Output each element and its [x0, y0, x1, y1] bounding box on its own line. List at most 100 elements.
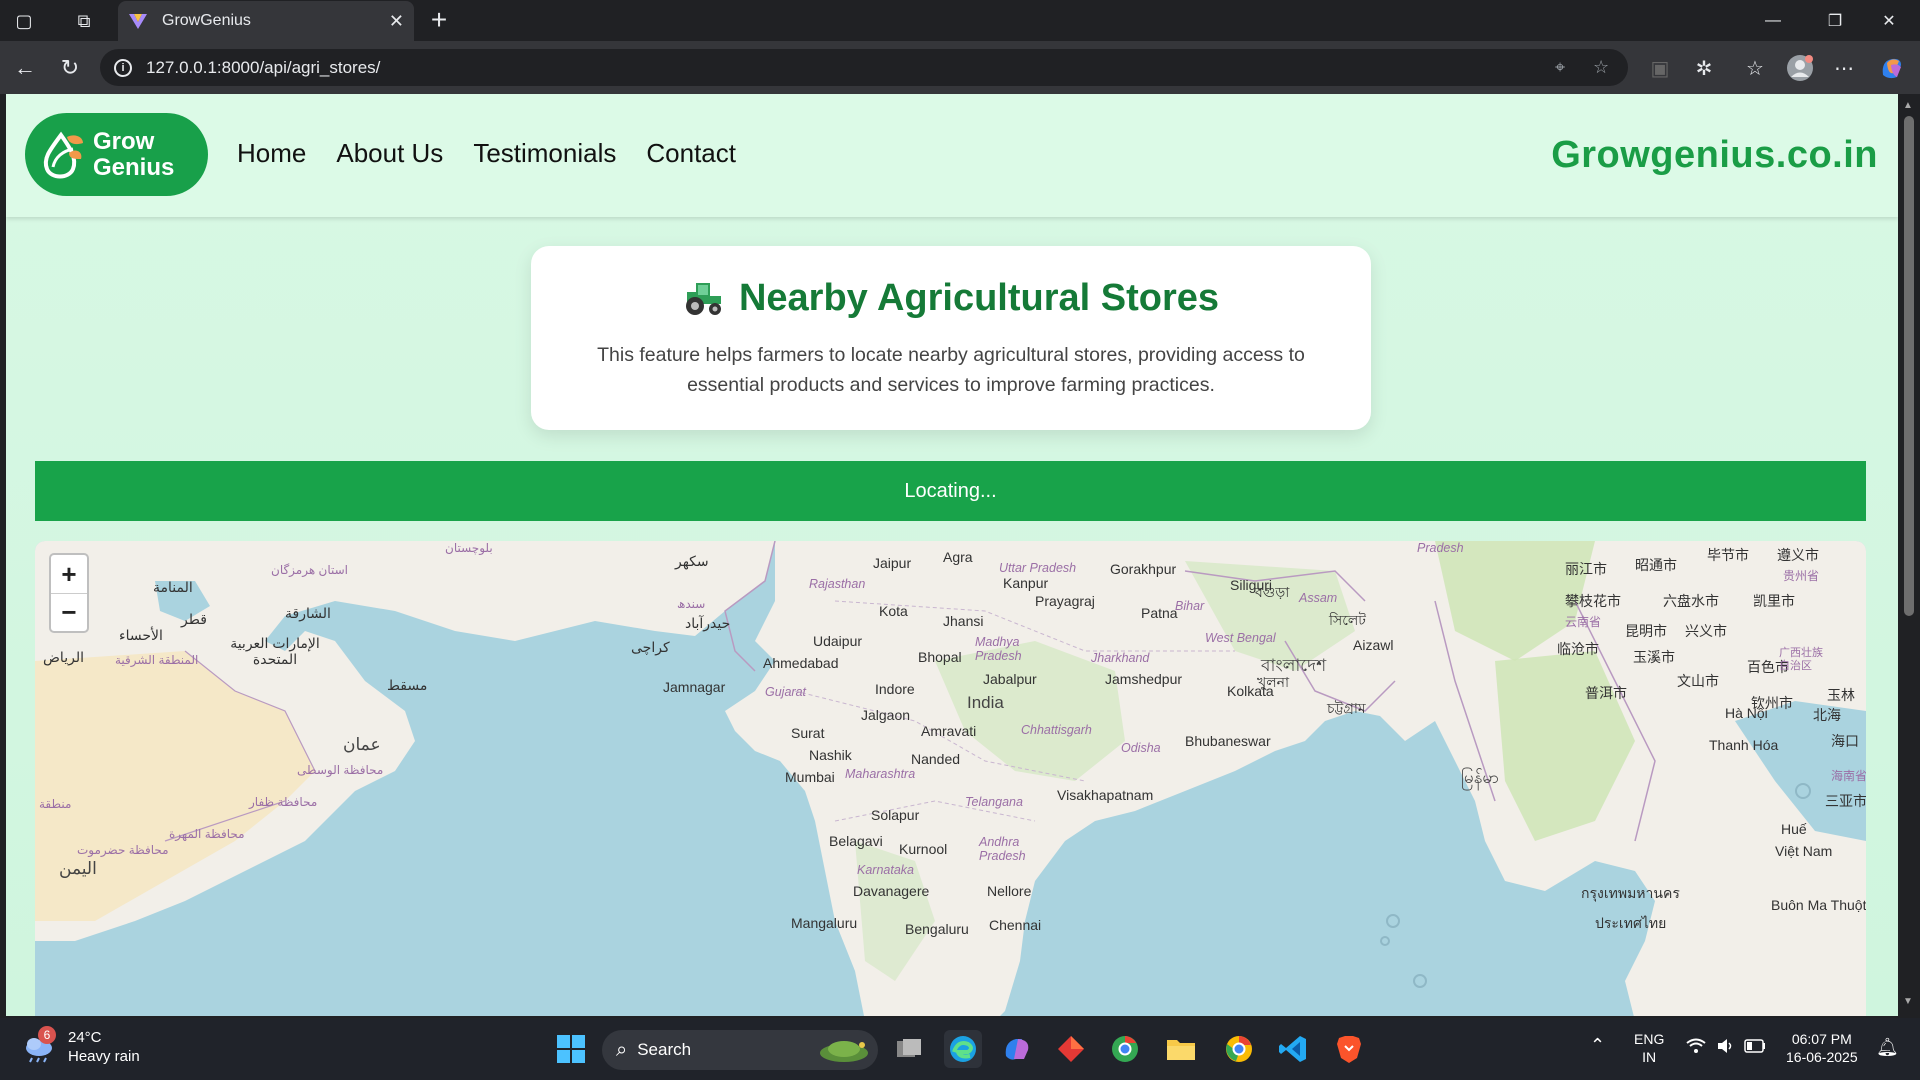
page-viewport: Grow Genius Home About Us Testimonials C… [6, 94, 1898, 1016]
scroll-thumb[interactable] [1904, 116, 1914, 616]
favorite-star-icon[interactable]: ☆ [1593, 49, 1609, 86]
site-info-icon[interactable]: i [114, 58, 132, 77]
stores-map[interactable]: + − Jaipur Agra Kanpur Gorakhpur Siligur… [35, 541, 1866, 1016]
chrome-app-icon[interactable] [1220, 1030, 1258, 1068]
map-label: Jaipur [873, 555, 912, 571]
map-label: Chennai [989, 917, 1042, 933]
map-label: Pradesh [1417, 541, 1464, 555]
weather-condition: Heavy rain [68, 1048, 140, 1065]
minimize-button[interactable]: — [1742, 0, 1804, 41]
extensions-icon[interactable]: ✲ [1690, 54, 1718, 82]
wifi-icon[interactable] [1686, 1038, 1706, 1058]
map-label: Patna [1141, 605, 1178, 621]
weather-widget[interactable]: 6 24°C Heavy rain [22, 1026, 140, 1066]
maximize-button[interactable]: ❐ [1804, 0, 1866, 41]
scroll-up-icon[interactable]: ▲ [1903, 100, 1913, 111]
map-label: Mumbai [785, 769, 835, 785]
address-bar[interactable]: i 127.0.0.1:8000/api/agri_stores/ ⌖ ☆ [100, 49, 1628, 86]
map-label: الأحساء [119, 627, 163, 643]
nav-testimonials[interactable]: Testimonials [473, 138, 616, 169]
map-label: Assam [1299, 591, 1338, 605]
scroll-down-icon[interactable]: ▼ [1903, 996, 1913, 1007]
brave-app-icon[interactable] [1330, 1030, 1368, 1068]
map-label: Jamshedpur [1105, 671, 1183, 687]
vscode-app-icon[interactable] [1274, 1030, 1312, 1068]
split-screen-icon[interactable]: ▣ [1646, 54, 1674, 82]
tab-title: GrowGenius [162, 12, 251, 29]
copilot-app-icon[interactable] [998, 1030, 1036, 1068]
map-label: 海南省 [1831, 769, 1866, 783]
weather-badge: 6 [38, 1026, 56, 1044]
map-label: Thanh Hóa [1709, 737, 1779, 753]
profile-avatar-icon[interactable] [1786, 54, 1814, 82]
nav-about-us[interactable]: About Us [336, 138, 443, 169]
map-label: 三亚市 [1825, 793, 1866, 809]
zoom-in-button[interactable]: + [51, 555, 87, 593]
map-label: 北海 [1813, 707, 1841, 723]
map-label: استان هرمزگان [271, 563, 348, 577]
edge-app-icon[interactable] [944, 1030, 982, 1068]
site-header: Grow Genius Home About Us Testimonials C… [6, 94, 1898, 217]
main-nav: Home About Us Testimonials Contact [237, 138, 736, 169]
map-label: بلوچستان [445, 541, 493, 555]
map-label: Nashik [809, 747, 852, 763]
zoom-out-button[interactable]: − [51, 593, 87, 631]
map-label: 毕节市 [1707, 547, 1749, 563]
search-label: Search [637, 1040, 692, 1059]
map-label: Việt Nam [1775, 843, 1833, 859]
map-label: West Bengal [1205, 631, 1276, 645]
new-tab-button[interactable]: + [422, 4, 456, 36]
leaf-logo-icon [43, 131, 83, 178]
workspaces-icon[interactable]: ⧉ [66, 6, 102, 36]
tab-actions-icon[interactable]: ▢ [6, 6, 42, 36]
map-label: Jharkhand [1091, 651, 1150, 665]
show-hidden-icons[interactable]: ⌃ [1590, 1036, 1605, 1054]
map-label: محافظة ظفار [249, 795, 318, 809]
chrome-alt-app-icon[interactable] [1106, 1030, 1144, 1068]
close-window-button[interactable]: ✕ [1858, 0, 1920, 41]
red-diamond-app-icon[interactable] [1052, 1030, 1090, 1068]
nav-contact[interactable]: Contact [646, 138, 736, 169]
map-label: Nellore [987, 883, 1032, 899]
favorites-icon[interactable]: ☆ [1741, 54, 1769, 82]
notifications-icon[interactable]: 🔔︎ [1876, 1038, 1899, 1056]
tab-close-icon[interactable]: ✕ [389, 11, 404, 32]
volume-icon[interactable] [1716, 1038, 1734, 1058]
location-icon[interactable]: ⌖ [1555, 49, 1565, 86]
clock[interactable]: 06:07 PM 16-06-2025 [1786, 1030, 1858, 1066]
language-indicator[interactable]: ENG IN [1634, 1030, 1664, 1066]
back-icon[interactable]: ← [10, 53, 40, 83]
map-label: Odisha [1121, 741, 1161, 755]
map-label: Huế [1781, 821, 1807, 837]
reload-icon[interactable]: ↻ [55, 53, 85, 83]
task-view-icon[interactable] [890, 1030, 928, 1068]
map-label: กรุงเทพมหานคร [1581, 885, 1680, 901]
map-label: 六盘水市 [1663, 593, 1719, 609]
map-label: 昆明市 [1625, 623, 1667, 639]
map-label: 昭通市 [1635, 557, 1677, 573]
map-label: محافظة المهرة [169, 827, 245, 841]
start-button[interactable] [552, 1030, 590, 1068]
map-label: Andhra Pradesh [979, 835, 1026, 863]
copilot-icon[interactable] [1878, 54, 1906, 82]
locating-status-bar: Locating... [35, 461, 1866, 521]
map-label: Buôn Ma Thuột [1771, 897, 1866, 913]
site-logo[interactable]: Grow Genius [25, 113, 208, 196]
battery-icon[interactable] [1744, 1039, 1766, 1057]
tab-growgenius[interactable]: GrowGenius ✕ [118, 1, 414, 41]
nav-home[interactable]: Home [237, 138, 306, 169]
browser-window: ▢ ⧉ GrowGenius ✕ + — ❐ ✕ ← ↻ i 127.0.0.1… [0, 0, 1920, 1018]
tab-strip: ▢ ⧉ GrowGenius ✕ + — ❐ ✕ [0, 0, 1920, 41]
file-explorer-icon[interactable] [1162, 1030, 1200, 1068]
map-label: Prayagraj [1035, 593, 1095, 609]
page-scrollbar[interactable]: ▲ ▼ [1898, 94, 1920, 1016]
map-label: الإمارات العربية المتحدة [230, 635, 320, 667]
more-menu-icon[interactable]: ⋯ [1830, 54, 1858, 82]
map-label: Mangaluru [791, 915, 858, 931]
map-label: Jamnagar [663, 679, 726, 695]
map-label: 钦州市 [1751, 695, 1793, 711]
map-label: 贵州省 [1783, 569, 1820, 583]
taskbar-search[interactable]: ⌕ Search [602, 1030, 878, 1070]
map-label: Aizawl [1353, 637, 1394, 653]
map-label: اليمن [59, 859, 97, 878]
